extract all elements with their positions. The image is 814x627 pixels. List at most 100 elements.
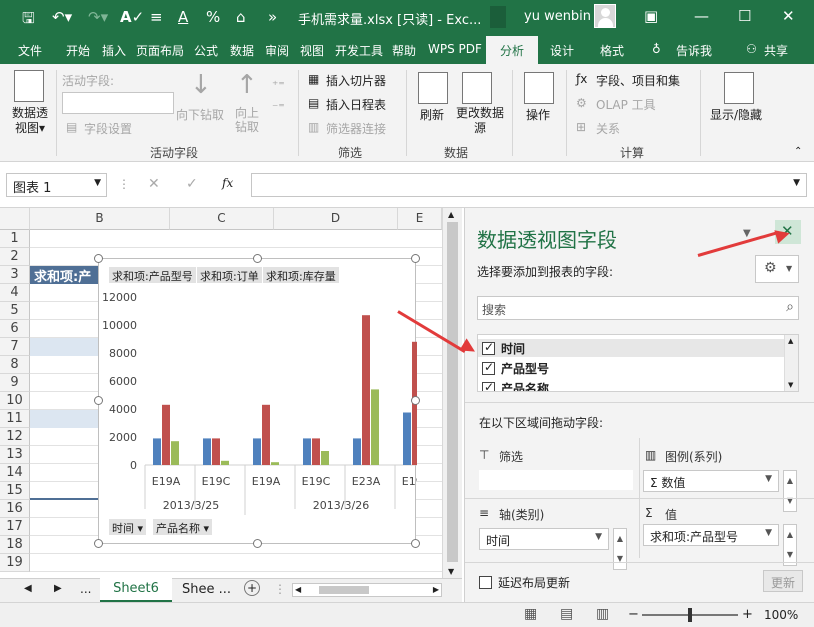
page-break-view-icon[interactable]: ▥ [596,606,609,622]
drill-down-button[interactable]: 向下钻取 [176,106,224,123]
olap-tools-button[interactable]: OLAP 工具 [596,96,656,113]
pivot-chart[interactable]: 求和项:产品型号 求和项:订单 求和项:库存量 0 2000 4000 6000 800… [98,258,417,544]
defer-update-checkbox[interactable]: 延迟布局更新 [479,574,570,591]
row-header[interactable]: 16 [0,500,30,518]
row-header[interactable]: 10 [0,392,30,410]
more-icon[interactable]: » [268,8,277,26]
actions-button[interactable]: 操作 [526,106,550,123]
chart-resize-handle[interactable] [411,539,420,548]
chart-resize-handle[interactable] [253,539,262,548]
zoom-slider-thumb[interactable] [688,608,692,622]
row-header[interactable]: 12 [0,428,30,446]
menu-icon[interactable]: ≡ [150,8,163,26]
pivot-chart-button[interactable]: 数据透视图▾ [10,106,50,136]
field-item-product[interactable]: 产品名称 [482,380,549,391]
checkbox[interactable] [482,380,495,391]
tab-view[interactable]: 视图 [300,42,324,59]
avatar[interactable] [594,4,616,28]
tab-review[interactable]: 审阅 [265,42,289,59]
axis-spin[interactable]: ▲ ▼ [613,528,627,570]
expand-field-icon[interactable]: ⁺⁼ [272,78,285,92]
user-name[interactable]: yu wenbin [524,9,591,24]
enter-icon[interactable]: ✓ [186,176,198,192]
tab-help[interactable]: 帮助 [392,42,416,59]
legend-spin[interactable]: ▲ ▼ [783,470,797,512]
tab-wps-pdf[interactable]: WPS PDF [428,42,482,56]
drill-up-button[interactable]: 向上钻取 [230,106,264,134]
prev-sheet-icon[interactable]: ◀ [24,583,32,594]
tab-design[interactable]: 设计 [550,42,574,59]
chart-resize-handle[interactable] [411,254,420,263]
row-header[interactable]: 14 [0,464,30,482]
row-header[interactable]: 5 [0,302,30,320]
font-color-icon[interactable]: A [178,8,188,26]
tab-insert[interactable]: 插入 [102,42,126,59]
row-header[interactable]: 19 [0,554,30,572]
save-icon[interactable]: 🖫 [22,8,35,33]
values-field-dropdown[interactable]: 求和项:产品型号 ▼ [643,524,779,546]
sheet-splitter[interactable]: ⋮ [274,582,286,596]
checkbox[interactable] [482,360,495,375]
next-sheet-icon[interactable]: ▶ [54,583,62,594]
col-header-c[interactable]: C [170,208,274,230]
relationships-button[interactable]: 关系 [596,120,620,137]
row-header[interactable]: 11 [0,410,30,428]
col-header-e[interactable]: E [398,208,442,230]
row-header[interactable]: 8 [0,356,30,374]
update-button[interactable]: 更新 [763,570,803,592]
checkbox[interactable] [482,340,495,355]
col-header-d[interactable]: D [274,208,398,230]
field-list[interactable]: 时间 产品型号 产品名称 ▲ ▼ [477,334,799,392]
chart-resize-handle[interactable] [411,396,420,405]
row-header[interactable]: 7 [0,338,30,356]
row-header[interactable]: 3 [0,266,30,284]
change-source-button[interactable]: 更改数据源 [456,106,504,136]
tab-page-layout[interactable]: 页面布局 [136,42,184,59]
axis-field-dropdown[interactable]: 时间 ▼ [479,528,609,550]
cancel-icon[interactable]: ✕ [148,176,160,192]
zoom-in-icon[interactable]: + [742,607,753,622]
row-header[interactable]: 1 [0,230,30,248]
close-window-icon[interactable]: ✕ [782,7,795,25]
change-source-icon[interactable] [462,72,492,104]
page-layout-view-icon[interactable]: ▤ [560,606,573,622]
tools-button[interactable]: ⚙ ▼ [755,255,799,283]
tab-home[interactable]: 开始 [66,42,90,59]
add-sheet-icon[interactable]: + [244,580,260,596]
col-header-b[interactable]: B [30,208,170,230]
fields-items-button[interactable]: 字段、项目和集 [596,72,680,89]
chart-resize-handle[interactable] [94,254,103,263]
actions-icon[interactable] [524,72,554,104]
field-settings-button[interactable]: 字段设置 [84,120,132,137]
field-list-scrollbar[interactable]: ▲ ▼ [784,335,798,391]
horizontal-scrollbar[interactable]: ◀ ▶ [292,583,442,597]
pane-options-icon[interactable]: ▼ [743,228,751,239]
zoom-out-icon[interactable]: − [628,607,639,622]
minimize-icon[interactable]: — [694,7,709,25]
row-header[interactable]: 15 [0,482,30,500]
show-hide-button[interactable]: 显示/隐藏 [710,106,762,123]
filter-drop-area[interactable] [479,470,633,490]
refresh-icon[interactable] [418,72,448,104]
row-header[interactable]: 17 [0,518,30,536]
values-spin[interactable]: ▲ ▼ [783,524,797,566]
refresh-button[interactable]: 刷新 [420,106,444,123]
tab-file[interactable]: 文件 [18,42,42,59]
checkbox[interactable] [479,576,492,589]
insert-slicer-button[interactable]: 插入切片器 [326,72,386,89]
percent-icon[interactable]: % [206,8,220,26]
vertical-scrollbar[interactable]: ▲ ▼ [442,208,462,578]
zoom-level[interactable]: 100% [764,608,798,622]
chart-resize-handle[interactable] [94,539,103,548]
formula-input[interactable]: ▼ [251,173,807,197]
chart-resize-handle[interactable] [94,396,103,405]
ribbon-display-icon[interactable]: ▣ [644,7,658,25]
select-all[interactable] [0,208,30,230]
axis-field-button-product[interactable]: 产品名称 ▾ [153,519,213,535]
fx-icon[interactable]: fx [222,176,233,190]
tab-data[interactable]: 数据 [230,42,254,59]
axis-field-button-time[interactable]: 时间 ▾ [109,519,147,535]
row-header[interactable]: 2 [0,248,30,266]
tab-format[interactable]: 格式 [600,42,624,59]
pivot-header-cell[interactable]: 求和项:产 [30,266,98,284]
